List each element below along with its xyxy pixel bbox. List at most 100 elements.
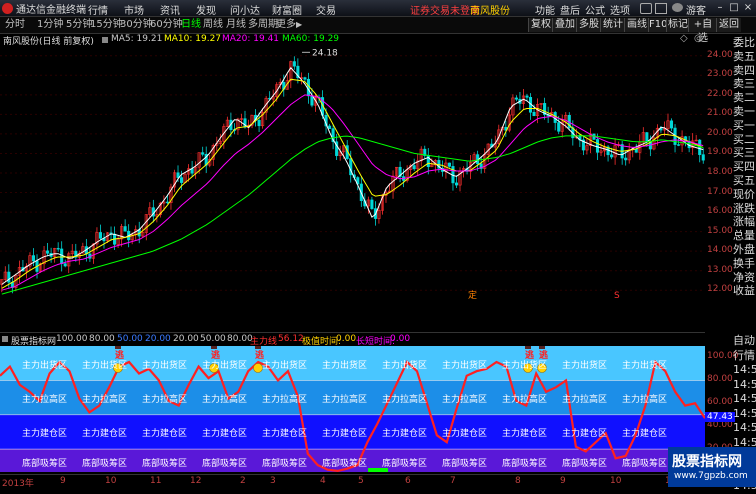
btn-draw[interactable]: 画线 [624,18,649,32]
param-7: 80.00 [227,334,253,344]
ma10-label: MA10: 19.27 [164,34,222,44]
tab-1min[interactable]: 1分钟 [37,18,63,32]
orderbook-row[interactable]: 卖四 [733,64,756,78]
tab-weekly[interactable]: 周线 [203,18,223,32]
tab-5min[interactable]: 5分钟 [66,18,92,32]
more-arrow-icon[interactable]: ▶ [296,18,302,32]
menu-hq[interactable]: 行情 [88,2,108,17]
orderbook-row[interactable]: 卖二 [733,91,756,105]
tab-monthly[interactable]: 月线 [226,18,246,32]
sidebar-row[interactable]: 14:5 [733,378,756,393]
price-y-axis: 24.00 23.00 22.00 21.00 20.00 19.00 18.00 17.00… [705,46,733,300]
btn-statistics[interactable]: 统计 [600,18,625,32]
sidebar-row[interactable]: 14:5 [733,421,756,436]
top-tick-marker [525,346,531,349]
date-x-axis: 2013年9101112234567891011 [0,474,705,489]
param-4: 20.00 [145,334,171,344]
smiley-icon [253,363,263,373]
menu-options[interactable]: 选项 [610,2,630,17]
orderbook-row[interactable]: 卖三 [733,77,756,91]
menu-trade[interactable]: 交易 [316,2,336,17]
orderbook-row[interactable]: 买五 [733,174,756,188]
orderbook-row[interactable]: 买一 [733,119,756,133]
tab-60min[interactable]: 60分钟 [150,18,183,32]
main-force-value: 56.12 [278,334,304,344]
x-axis-tick: 3 [270,476,276,486]
app-logo-icon [2,3,13,14]
orderbook-row[interactable]: 收益 [733,284,756,298]
panel-settings-icon[interactable] [102,37,108,43]
orderbook-row[interactable]: 现价 [733,188,756,202]
param-6: 50.00 [200,334,226,344]
orderbook-row[interactable]: 买四 [733,160,756,174]
menu-function[interactable]: 功能 [535,2,555,17]
orderbook-row[interactable]: 卖一 [733,105,756,119]
bottom-signal-bar [368,468,388,472]
menu-after[interactable]: 盘后 [560,2,580,17]
x-axis-tick: 7 [450,476,456,486]
top-tick-marker [115,346,121,349]
btn-add-favorite[interactable]: +自选 [688,18,717,44]
menu-bar: 通达信金融终端 行情 市场 资讯 发现 问小达 财富圈 交易 证券交易未登录 南… [0,0,756,17]
btn-f10[interactable]: F10 [648,18,667,32]
message-icon[interactable] [640,3,652,14]
tab-more[interactable]: 更多 [276,18,296,32]
param-5: 20.00 [173,334,199,344]
sidebar-row[interactable]: 14:5 [733,363,756,378]
tab-30min[interactable]: 30分钟 [120,18,153,32]
close-icon[interactable]: × [740,1,756,14]
ma-line-ma10 [1,78,704,289]
sidebar-row[interactable]: 14:5 [733,392,756,407]
panel-close-icon[interactable]: ◎ [694,33,703,44]
menu-news[interactable]: 资讯 [160,2,180,17]
tab-daily[interactable]: 日线 [181,18,201,32]
panel-expand-icon[interactable]: ◇ [680,33,688,44]
candle-body [7,271,11,283]
orderbook-row[interactable]: 涨幅 [733,215,756,229]
indicator-header: 股票指标网 100.00 80.00 50.00 20.00 20.00 50.… [0,332,705,347]
btn-restore-rights[interactable]: 复权 [528,18,553,32]
indicator-settings-icon[interactable] [2,336,8,342]
user-avatar-icon[interactable] [672,3,683,12]
tab-multi[interactable]: 多周期 [248,18,278,32]
menu-discover[interactable]: 发现 [196,2,216,17]
btn-back[interactable]: 返回 [716,18,741,32]
x-axis-tick: 10 [105,476,117,486]
ma-line-ma5 [1,66,704,285]
indicator-y-tick: 60.00 [707,397,733,408]
orderbook-row[interactable]: 卖五 [733,50,756,64]
price-chart[interactable]: 24.1810.75定S [0,46,705,300]
app-title-text: 通达信金融终端 [16,5,86,16]
tab-timeshare[interactable]: 分时 [5,18,25,32]
orderbook-row[interactable]: 换手 [733,257,756,271]
orderbook-row[interactable]: 总量 [733,229,756,243]
candle-body [532,111,536,117]
menu-formula[interactable]: 公式 [585,2,605,17]
smiley-icon [209,363,219,373]
btn-multi-stock[interactable]: 多股 [576,18,601,32]
menu-market[interactable]: 市场 [124,2,144,17]
sidebar-row[interactable]: 14:5 [733,407,756,422]
orderbook-row[interactable]: 净资 [733,271,756,285]
btn-overlay[interactable]: 叠加 [552,18,577,32]
user-name[interactable]: 游客 [686,2,706,17]
candle-body [257,119,261,127]
x-axis-tick: 6 [405,476,411,486]
orderbook-row[interactable]: 委比 [733,36,756,50]
screen-icon[interactable] [655,3,667,14]
orderbook-row[interactable]: 外盘 [733,243,756,257]
sidebar-row[interactable]: 自动 [733,334,756,349]
candle-body [645,132,649,143]
menu-ask[interactable]: 问小达 [230,2,260,17]
orderbook-row[interactable]: 涨跌 [733,202,756,216]
orderbook-row[interactable]: 买二 [733,133,756,147]
sidebar-row[interactable]: 行情 [733,349,756,364]
candle-body [447,162,451,167]
indicator-chart[interactable] [0,346,705,472]
x-axis-tick: 11 [150,476,162,486]
tab-15min[interactable]: 15分钟 [90,18,123,32]
orderbook-row[interactable]: 买三 [733,146,756,160]
menu-wealth[interactable]: 财富圈 [272,2,302,17]
btn-mark[interactable]: 标记 [666,18,689,32]
zone-upper [0,380,705,415]
